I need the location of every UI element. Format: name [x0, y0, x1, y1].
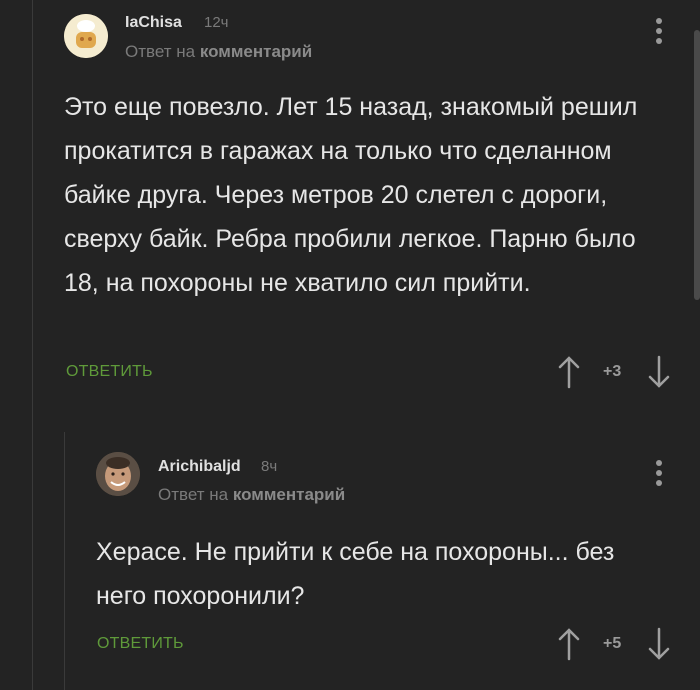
arrow-down-icon[interactable]	[647, 355, 671, 389]
reply-to-link[interactable]: Ответ на комментарий	[158, 485, 345, 505]
reply-to-link[interactable]: Ответ на комментарий	[125, 42, 312, 62]
reply-target[interactable]: комментарий	[233, 485, 345, 504]
comment: IaChisa 12ч Ответ на комментарий Это еще…	[0, 0, 700, 420]
reply-button[interactable]: ОТВЕТИТЬ	[97, 635, 184, 653]
comment-time: 8ч	[261, 458, 278, 475]
arrow-up-icon[interactable]	[557, 355, 581, 389]
more-vertical-icon[interactable]	[654, 18, 664, 46]
author-name[interactable]: IaChisa	[125, 14, 182, 32]
rating: +3	[603, 363, 622, 380]
reply-prefix: Ответ на	[158, 485, 229, 504]
avatar[interactable]	[64, 14, 108, 58]
comment-text: Это еще повезло. Лет 15 назад, знакомый …	[64, 93, 638, 297]
comment-time: 12ч	[204, 14, 229, 31]
comment-text: Херасе. Не прийти к себе на похороны... …	[96, 538, 615, 610]
reply-button[interactable]: ОТВЕТИТЬ	[66, 363, 153, 381]
arrow-up-icon[interactable]	[557, 627, 581, 661]
rating: +5	[603, 635, 622, 652]
avatar[interactable]	[96, 452, 140, 496]
reply-prefix: Ответ на	[125, 42, 196, 61]
more-vertical-icon[interactable]	[654, 460, 664, 488]
author-name[interactable]: Arichibaljd	[158, 458, 241, 476]
comment-reply: Arichibaljd 8ч Ответ на комментарий Хера…	[0, 440, 700, 690]
arrow-down-icon[interactable]	[647, 627, 671, 661]
reply-target[interactable]: комментарий	[200, 42, 312, 61]
